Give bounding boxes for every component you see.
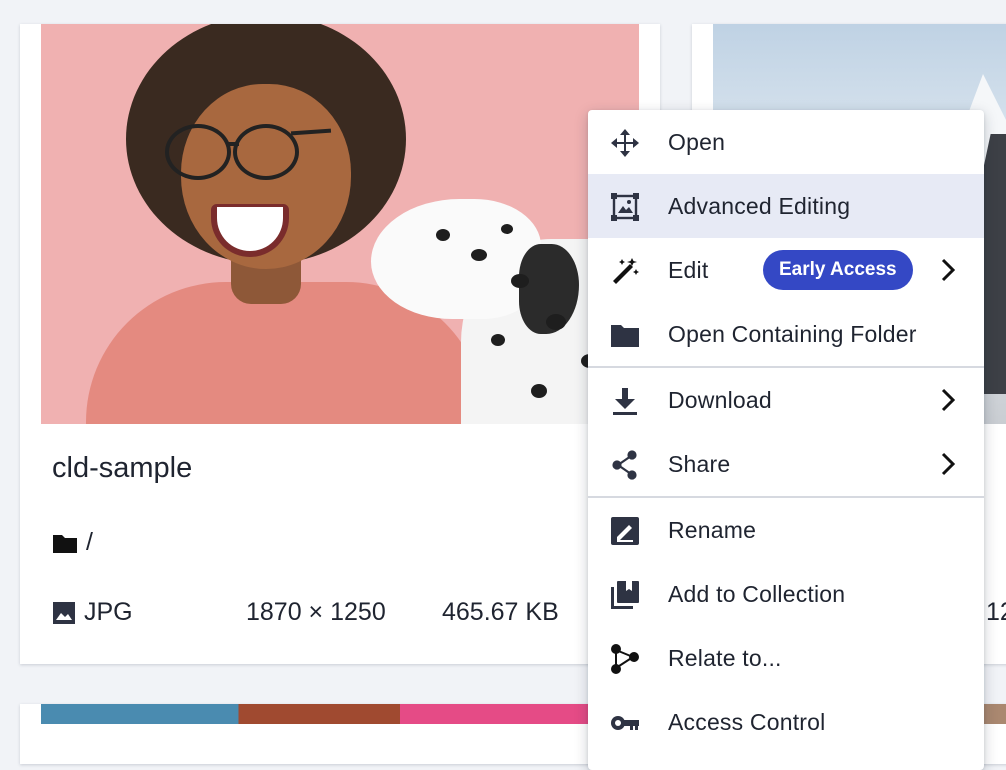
asset-name[interactable]: cld-sample (52, 452, 192, 485)
folder-icon (53, 534, 77, 553)
rename-pencil-icon (610, 516, 640, 546)
folder-icon (610, 320, 640, 350)
asset-format: JPG (84, 598, 133, 626)
asset-folder-path: / (86, 528, 93, 556)
key-icon (610, 708, 640, 738)
menu-item-label: Advanced Editing (668, 192, 851, 219)
image-frame-icon (610, 192, 640, 222)
menu-item-edit[interactable]: Edit Early Access (588, 238, 984, 302)
menu-item-share[interactable]: Share (588, 432, 984, 496)
menu-item-label: Access Control (668, 708, 826, 735)
menu-item-label: Relate to... (668, 644, 782, 671)
menu-item-advanced-editing[interactable]: Advanced Editing (588, 174, 984, 238)
menu-item-open-containing-folder[interactable]: Open Containing Folder (588, 302, 984, 366)
asset-thumbnail[interactable] (41, 24, 639, 424)
asset-card[interactable] (20, 704, 660, 764)
menu-item-relate-to[interactable]: Relate to... (588, 626, 984, 690)
menu-item-rename[interactable]: Rename (588, 498, 984, 562)
asset-size: 465.67 KB (442, 598, 559, 626)
relate-graph-icon (610, 644, 640, 674)
early-access-badge: Early Access (763, 250, 913, 290)
download-icon (610, 386, 640, 416)
chevron-right-icon (941, 452, 956, 476)
asset-meta: JPG 1870 × 1250 465.67 KB (52, 598, 559, 627)
magic-wand-icon (610, 256, 640, 286)
menu-item-label: Open Containing Folder (668, 320, 917, 347)
menu-item-add-to-collection[interactable]: Add to Collection (588, 562, 984, 626)
collection-icon (610, 580, 640, 610)
asset-meta-partial: 12 (986, 598, 1006, 626)
menu-item-label: Edit (668, 256, 709, 283)
menu-item-open[interactable]: Open (588, 110, 984, 174)
image-icon (53, 601, 75, 624)
asset-thumbnail[interactable] (41, 704, 639, 724)
asset-dimensions: 1870 × 1250 (246, 598, 386, 626)
menu-item-download[interactable]: Download (588, 368, 984, 432)
menu-item-label: Download (668, 386, 772, 413)
chevron-right-icon (941, 388, 956, 412)
menu-item-access-control[interactable]: Access Control (588, 690, 984, 754)
menu-item-label: Rename (668, 516, 757, 543)
menu-item-label: Share (668, 450, 731, 477)
menu-item-label: Add to Collection (668, 580, 846, 607)
menu-item-label: Open (668, 128, 726, 155)
asset-folder: / (52, 528, 93, 557)
asset-card[interactable]: cld-sample / JPG 1870 × 1250 465.67 KB (20, 24, 660, 664)
context-menu: Open Advanced Editing Edit Early Access (588, 110, 984, 770)
move-arrows-icon (610, 128, 640, 158)
chevron-right-icon (941, 258, 956, 282)
share-icon (610, 450, 640, 480)
